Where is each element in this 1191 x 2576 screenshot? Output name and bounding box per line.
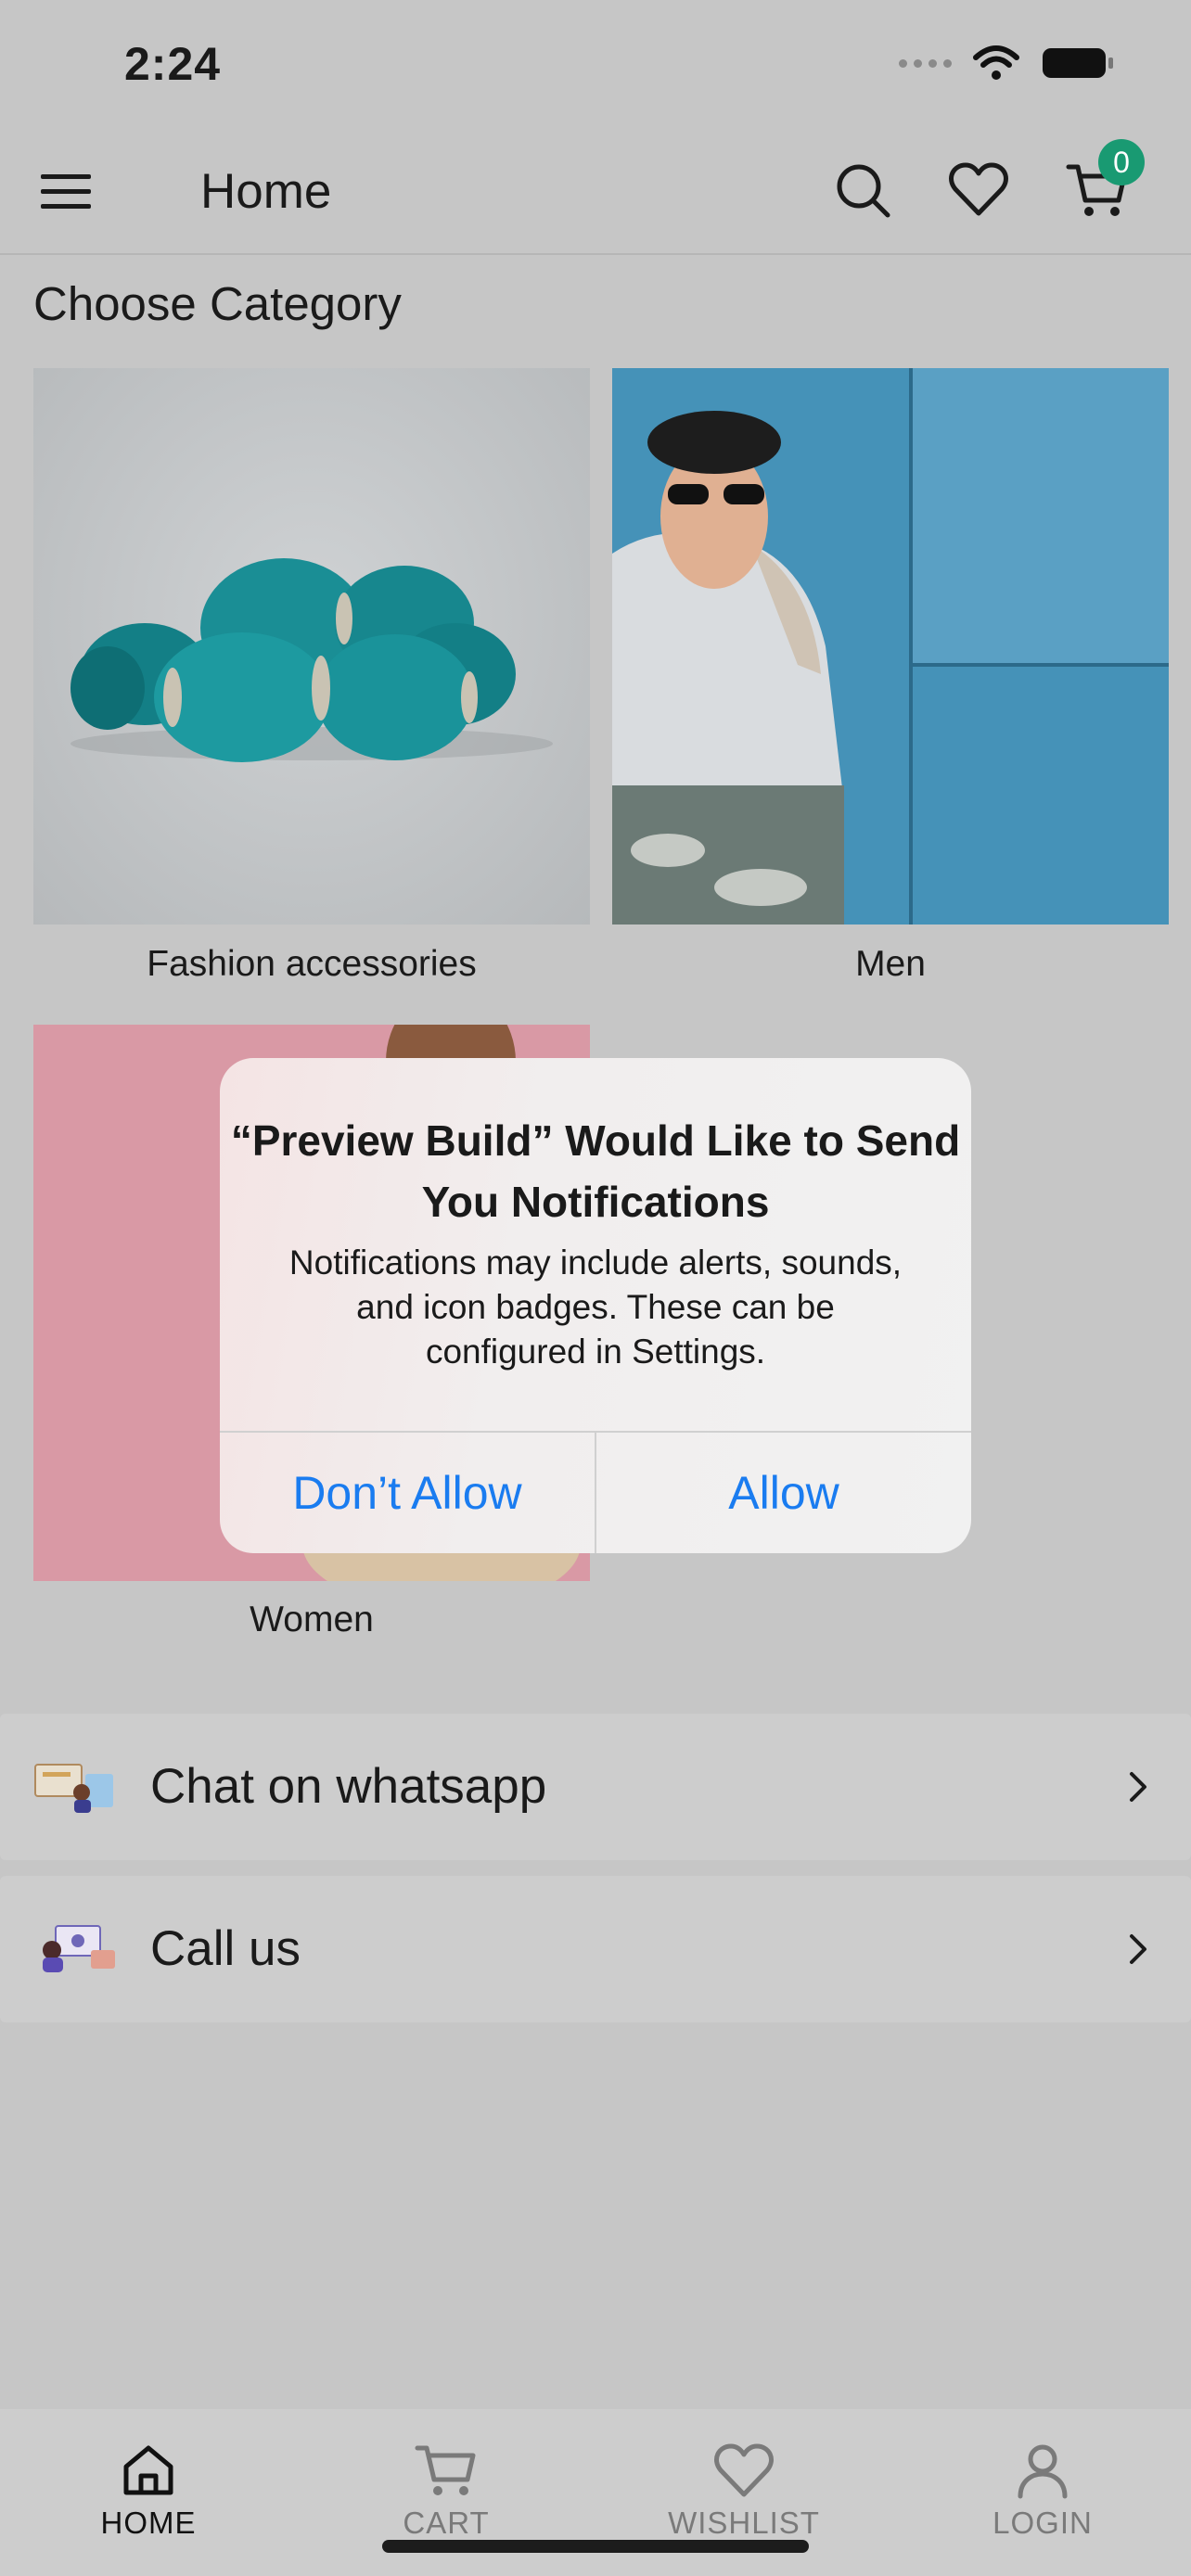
nav-label: HOME <box>100 2506 197 2540</box>
nav-home[interactable]: HOME <box>56 2441 241 2541</box>
nav-wishlist[interactable]: WISHLIST <box>651 2441 837 2541</box>
nav-label: WISHLIST <box>668 2506 820 2540</box>
notification-permission-alert: “Preview Build” Would Like to Send You N… <box>220 1058 971 1553</box>
cart-icon <box>415 2445 476 2495</box>
category-tile-fashion-accessories[interactable] <box>33 368 590 925</box>
row-label: Call us <box>150 1921 301 1976</box>
status-icons <box>899 45 1115 82</box>
menu-icon[interactable] <box>41 172 91 210</box>
call-illustration-icon <box>43 1925 115 1972</box>
app-header <box>0 137 1191 252</box>
status-time: 2:24 <box>124 38 222 90</box>
row-label: Chat on whatsapp <box>150 1759 547 1814</box>
category-label: Women <box>250 1600 374 1639</box>
search-icon[interactable] <box>830 158 895 223</box>
heart-icon[interactable] <box>946 158 1011 223</box>
bracelet-image <box>70 558 553 762</box>
wifi-icon <box>973 45 1019 80</box>
allow-button[interactable]: Allow <box>596 1433 971 1553</box>
chevron-right-icon <box>1130 1934 1146 1964</box>
cart-count-badge: 0 <box>1098 139 1145 185</box>
home-indicator <box>382 2540 809 2553</box>
section-title: Choose Category <box>33 277 402 330</box>
page-title: Home <box>200 164 332 219</box>
dont-allow-button[interactable]: Don’t Allow <box>220 1433 595 1553</box>
nav-label: LOGIN <box>992 2506 1093 2540</box>
battery-icon <box>1043 48 1113 78</box>
category-label: Fashion accessories <box>147 944 477 984</box>
call-us-row[interactable]: Call us <box>0 1876 1191 2022</box>
nav-label: CART <box>403 2506 490 2540</box>
user-icon <box>1018 2444 1068 2499</box>
chat-illustration-icon <box>34 1764 113 1813</box>
heart-icon <box>714 2443 774 2497</box>
home-icon <box>123 2445 173 2495</box>
category-label: Men <box>855 944 926 984</box>
category-tile-men[interactable] <box>612 368 1169 925</box>
cellular-signal-icon <box>899 58 952 68</box>
men-image <box>612 368 1169 925</box>
alert-message: Notifications may include alerts, sounds… <box>288 1243 903 1371</box>
nav-cart[interactable]: CART <box>353 2441 539 2541</box>
chat-whatsapp-row[interactable]: Chat on whatsapp <box>0 1714 1191 1860</box>
nav-login[interactable]: LOGIN <box>950 2441 1135 2541</box>
chevron-right-icon <box>1130 1772 1146 1802</box>
alert-title: “Preview Build” Would Like to Send You N… <box>230 1116 961 1226</box>
header-divider <box>0 253 1191 255</box>
